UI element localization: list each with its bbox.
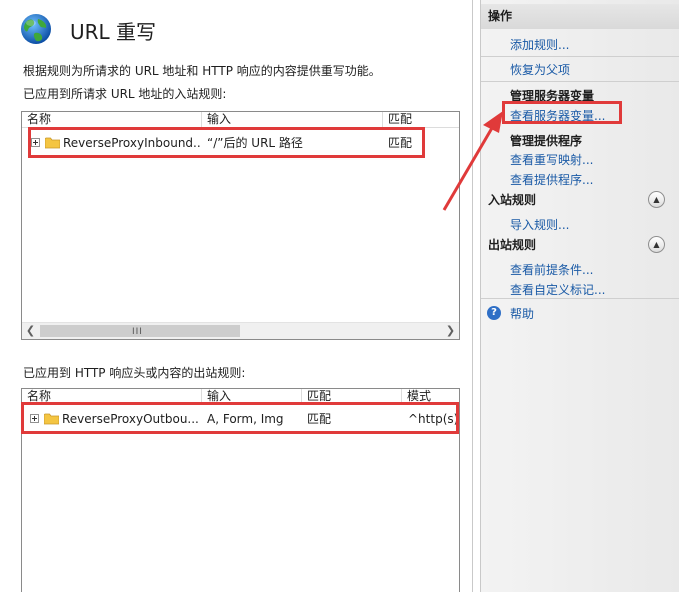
horizontal-scrollbar[interactable]: ❮ III ❯: [22, 322, 459, 339]
help-icon[interactable]: ?: [487, 306, 501, 320]
add-rule-link[interactable]: 添加规则...: [510, 36, 569, 53]
outbound-row-highlight: [21, 402, 459, 434]
server-variables-highlight: [502, 101, 622, 124]
scroll-right-arrow-icon[interactable]: ❯: [442, 323, 459, 339]
divider: [481, 56, 679, 57]
scroll-left-arrow-icon[interactable]: ❮: [22, 323, 39, 339]
chevron-up-icon[interactable]: ▲: [648, 236, 665, 253]
revert-to-parent-link[interactable]: 恢复为父项: [510, 61, 570, 78]
url-rewrite-panel: URL 重写 根据规则为所请求的 URL 地址和 HTTP 响应的内容提供重写功…: [0, 0, 473, 592]
outbound-rules-heading: 出站规则: [488, 238, 537, 252]
import-rules-link[interactable]: 导入规则...: [510, 216, 569, 233]
column-header-input[interactable]: 输入: [202, 112, 383, 128]
inbound-rules-label: 已应用到所请求 URL 地址的入站规则:: [23, 87, 227, 101]
globe-icon: [21, 14, 51, 44]
view-rewrite-maps-link[interactable]: 查看重写映射...: [510, 151, 593, 168]
help-link[interactable]: 帮助: [510, 305, 534, 322]
column-header-name[interactable]: 名称: [22, 112, 202, 128]
inbound-grid-header: 名称 输入 匹配: [22, 112, 459, 128]
scrollbar-thumb[interactable]: III: [40, 325, 240, 337]
divider: [481, 81, 679, 82]
view-providers-link[interactable]: 查看提供程序...: [510, 171, 593, 188]
inbound-rules-heading: 入站规则: [488, 193, 537, 207]
actions-title: 操作: [481, 4, 679, 29]
inbound-rules-section-header[interactable]: 入站规则 ▲: [481, 189, 679, 211]
inbound-row-highlight: [28, 127, 425, 158]
manage-providers-heading: 管理提供程序: [510, 134, 583, 148]
outbound-rules-label: 已应用到 HTTP 响应头或内容的出站规则:: [23, 366, 246, 380]
view-preconditions-link[interactable]: 查看前提条件...: [510, 261, 593, 278]
divider: [481, 298, 679, 299]
page-description: 根据规则为所请求的 URL 地址和 HTTP 响应的内容提供重写功能。: [23, 64, 381, 78]
outbound-rules-section-header[interactable]: 出站规则 ▲: [481, 234, 679, 256]
actions-panel: 操作 添加规则... 恢复为父项 管理服务器变量 查看服务器变量... 管理提供…: [480, 0, 679, 592]
view-custom-tags-link[interactable]: 查看自定义标记...: [510, 281, 605, 298]
page-title: URL 重写: [70, 20, 157, 44]
chevron-up-icon[interactable]: ▲: [648, 191, 665, 208]
column-header-match[interactable]: 匹配: [383, 112, 459, 128]
